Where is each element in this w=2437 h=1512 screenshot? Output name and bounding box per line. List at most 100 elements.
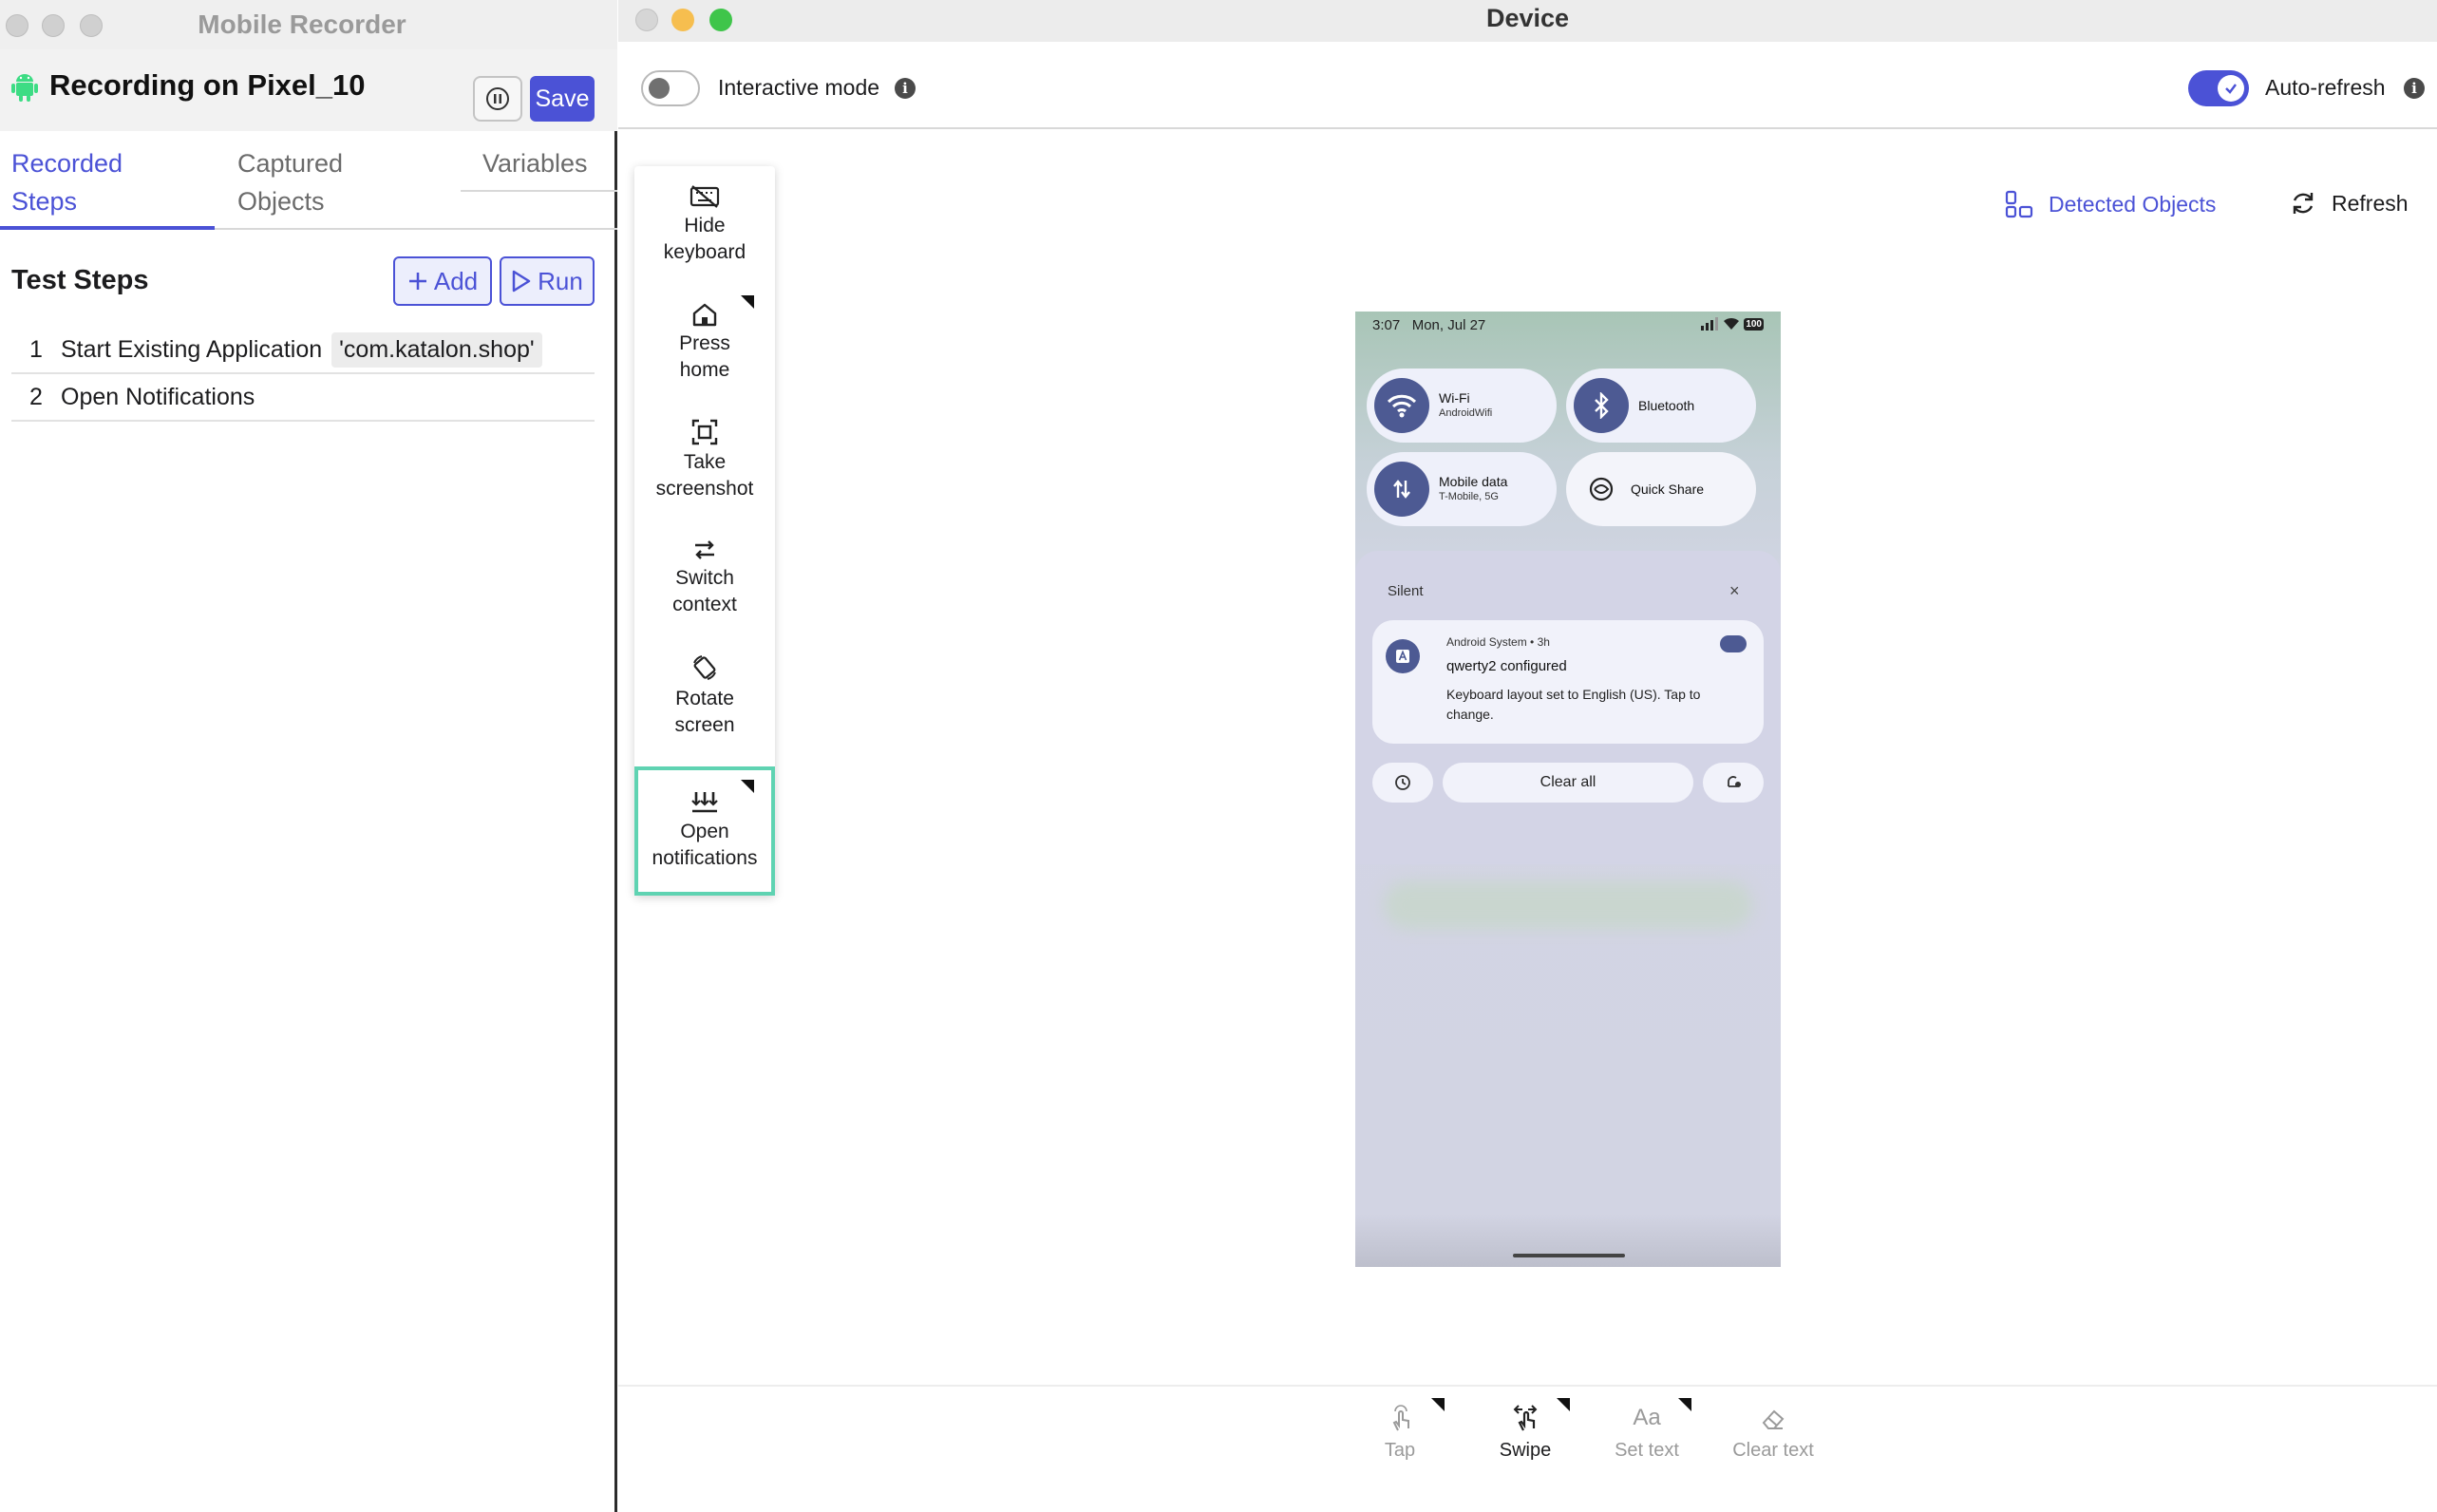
notifications-icon: [691, 792, 718, 813]
device-toolbar: [618, 42, 2437, 129]
refresh-button[interactable]: Refresh: [2290, 190, 2409, 217]
step-number: 1: [29, 335, 43, 363]
device-screen[interactable]: 3:07 Mon, Jul 27 100 Wi-Fi AndroidWifi B…: [1355, 312, 1781, 1267]
hide-keyboard-action[interactable]: Hide keyboard: [634, 166, 775, 284]
tile-subtitle: AndroidWifi: [1439, 407, 1493, 419]
action-label-line2: keyboard: [663, 241, 746, 263]
switch-context-icon: [695, 540, 714, 559]
action-label-line2: notifications: [652, 847, 758, 869]
status-date: Mon, Jul 27: [1411, 317, 1486, 333]
tab-label-line2: Objects: [237, 187, 325, 216]
status-time: 3:07: [1372, 317, 1401, 333]
screenshot-icon: [691, 419, 718, 445]
status-time-date: 3:07 Mon, Jul 27: [1372, 317, 1485, 333]
add-step-button[interactable]: Add: [393, 256, 492, 306]
quick-tile-wifi[interactable]: Wi-Fi AndroidWifi: [1367, 369, 1557, 443]
action-label-line1: Open: [680, 821, 729, 842]
rotate-icon: [693, 655, 716, 680]
press-home-action[interactable]: Press home: [634, 284, 775, 402]
swipe-tool[interactable]: Swipe: [1473, 1398, 1577, 1462]
device-window-title: Device: [1485, 4, 1570, 32]
clear-text-tool[interactable]: Clear text: [1716, 1404, 1830, 1462]
quick-tile-mobile-data[interactable]: Mobile data T-Mobile, 5G: [1367, 452, 1557, 526]
quick-tile-bluetooth[interactable]: Bluetooth: [1566, 369, 1756, 443]
mobile-recorder-window: Mobile Recorder Recording on Pixel_10 Sa…: [0, 0, 617, 1512]
step-number: 2: [29, 383, 43, 410]
tab-recorded-steps[interactable]: Recorded Steps: [11, 144, 123, 220]
tile-title: Wi-Fi: [1439, 390, 1470, 406]
add-label: Add: [433, 266, 479, 295]
close-icon[interactable]: ×: [1729, 581, 1740, 601]
play-icon: [512, 270, 531, 293]
active-tab-indicator: [0, 226, 215, 230]
detected-objects-label: Detected Objects: [2049, 191, 2217, 217]
action-label-line2: home: [679, 359, 730, 381]
interactive-mode-toggle[interactable]: [641, 70, 700, 106]
pause-icon: [486, 87, 509, 110]
info-icon[interactable]: i: [2404, 78, 2425, 99]
step-argument: 'com.katalon.shop': [331, 331, 542, 368]
notification-title: qwerty2 configured: [1446, 658, 1567, 674]
save-button[interactable]: Save: [530, 76, 595, 122]
recorder-titlebar: Mobile Recorder: [0, 0, 617, 49]
refresh-icon: [2293, 193, 2314, 214]
interactive-mode-label: Interactive mode: [718, 75, 880, 100]
check-icon: [2225, 84, 2237, 94]
battery-icon: 100: [1744, 317, 1764, 331]
run-button[interactable]: Run: [500, 256, 595, 306]
submenu-indicator: [1678, 1398, 1691, 1411]
device-window: Device Interactive mode i Auto-refresh i…: [618, 0, 2437, 1512]
set-text-icon: Aa: [1633, 1405, 1661, 1430]
test-step-row[interactable]: 1 Start Existing Application 'com.katalo…: [11, 327, 595, 374]
take-screenshot-action[interactable]: Take screenshot: [634, 402, 775, 520]
action-label-line1: Hide: [684, 215, 726, 236]
tile-subtitle: T-Mobile, 5G: [1439, 491, 1499, 502]
tab-captured-objects[interactable]: Captured Objects: [237, 144, 343, 220]
rotate-screen-action[interactable]: Rotate screen: [634, 637, 775, 755]
tab-divider: [215, 228, 617, 230]
tab-label-line1: Captured: [237, 149, 344, 178]
tool-label: Set text: [1615, 1440, 1679, 1461]
step-label: Open Notifications: [61, 383, 255, 410]
recorder-window-title: Mobile Recorder: [198, 9, 406, 39]
wifi-icon: [1387, 394, 1417, 418]
device-actions-panel: Hide keyboard Press home Take screenshot: [634, 166, 775, 896]
run-label: Run: [538, 266, 583, 295]
test-steps-title: Test Steps: [11, 265, 149, 295]
refresh-label: Refresh: [2332, 190, 2409, 216]
signal-icon: [1701, 317, 1719, 331]
home-indicator[interactable]: [1513, 1254, 1625, 1257]
open-notifications-action[interactable]: Open notifications: [634, 766, 775, 896]
test-step-row[interactable]: 2 Open Notifications: [11, 374, 595, 422]
notification-body: Keyboard layout set to English (US). Tap…: [1446, 687, 1701, 722]
status-icons: 100: [1700, 317, 1764, 331]
info-icon[interactable]: i: [895, 78, 916, 99]
silent-section-label: Silent: [1388, 583, 1424, 599]
tab-variables[interactable]: Variables: [482, 144, 588, 182]
quick-tile-quick-share[interactable]: Quick Share: [1566, 452, 1756, 526]
detected-objects-button[interactable]: Detected Objects: [2005, 190, 2216, 218]
action-label-line1: Switch: [675, 567, 734, 589]
auto-refresh-label: Auto-refresh: [2265, 75, 2386, 100]
submenu-indicator: [741, 780, 754, 793]
step-label: Start Existing Application: [61, 335, 323, 363]
set-text-tool[interactable]: Aa Set text: [1595, 1398, 1699, 1462]
action-label-line2: context: [672, 594, 737, 615]
action-label-line1: Rotate: [675, 688, 734, 709]
notification-settings-button[interactable]: [1703, 763, 1764, 803]
pause-button[interactable]: [473, 76, 522, 122]
notification-card[interactable]: Android System • 3h qwerty2 configured K…: [1372, 620, 1764, 744]
swipe-icon: [1513, 1405, 1538, 1431]
mobile-data-icon: [1393, 480, 1410, 499]
tile-title: Bluetooth: [1638, 398, 1695, 413]
tap-tool[interactable]: Tap: [1348, 1398, 1452, 1462]
tab-label-line2: Steps: [11, 187, 78, 216]
clear-all-button[interactable]: Clear all: [1443, 763, 1693, 803]
auto-refresh-toggle[interactable]: [2188, 70, 2249, 106]
switch-context-action[interactable]: Switch context: [634, 520, 775, 637]
history-button[interactable]: [1372, 763, 1433, 803]
history-icon: [1395, 775, 1410, 790]
detected-objects-icon: [2005, 190, 2033, 218]
notification-app: Android System • 3h: [1446, 635, 1550, 649]
expand-toggle[interactable]: [1720, 635, 1747, 652]
